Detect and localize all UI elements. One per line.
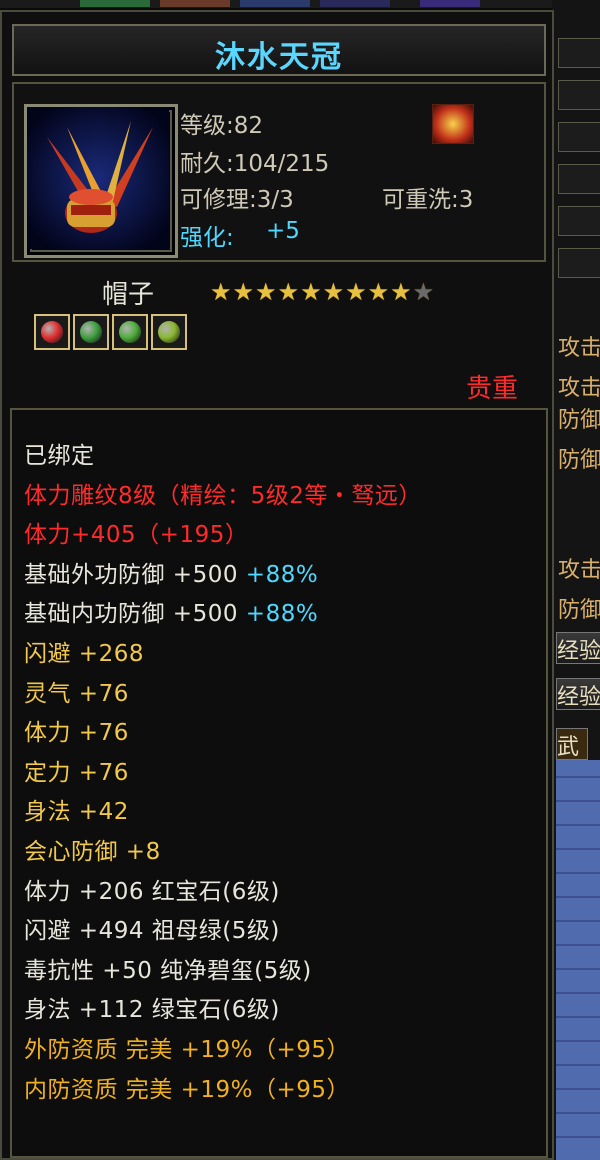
- stat-line: 定力 +76: [24, 753, 129, 787]
- gem-slots: [34, 314, 190, 354]
- stat-bonus: +88%: [245, 561, 319, 588]
- stat-line: 内防资质 完美 +19%（+95）: [24, 1070, 350, 1104]
- star-icon: ★: [367, 278, 391, 306]
- stat-text: 毒抗性 +50 纯净碧玺(5级): [24, 957, 312, 984]
- side-slot: [558, 206, 600, 236]
- side-label: 攻击: [558, 558, 600, 583]
- stat-line: 已绑定: [24, 436, 95, 470]
- stat-bonus: +88%: [245, 601, 319, 628]
- stat-line: 会心防御 +8: [24, 832, 161, 866]
- stat-text: 已绑定: [24, 443, 95, 469]
- stat-line: 灵气 +76: [24, 674, 129, 708]
- side-slot: [558, 248, 600, 278]
- stat-line: 闪避 +268: [24, 634, 144, 668]
- gem-orb: [41, 321, 63, 343]
- side-martial-button[interactable]: 武: [556, 728, 588, 760]
- jade-gem-icon[interactable]: [151, 314, 187, 350]
- stat-line: 外防资质 完美 +19%（+95）: [24, 1030, 350, 1064]
- side-slot: [558, 164, 600, 194]
- scene-background: [556, 760, 600, 1160]
- item-summary: 等级:82 耐久:104/215 可修理:3/3 可重洗:3 强化: +5: [12, 82, 546, 262]
- stat-text: 外防资质 完美 +19%（+95）: [24, 1037, 351, 1063]
- side-slot: [558, 122, 600, 152]
- stat-text: 内防资质 完美 +19%（+95）: [24, 1076, 351, 1103]
- side-slot: [558, 38, 600, 68]
- gem-orb: [119, 321, 141, 343]
- star-icon: ★: [412, 278, 436, 306]
- side-slot: [558, 80, 600, 110]
- stat-line: 体力+405（+195）: [24, 515, 248, 549]
- stat-text: 基础外功防御 +500: [24, 561, 246, 588]
- item-stats: 已绑定体力雕纹8级（精绘：5级2等・驽远） 体力+405（+195） 基础外功防御 …: [10, 408, 548, 1158]
- stat-text: 身法 +112 绿宝石(6级): [24, 997, 280, 1024]
- side-label: 防御: [558, 598, 600, 623]
- star-icon: ★: [277, 278, 301, 306]
- gem-orb: [80, 321, 102, 343]
- item-durability: 耐久:104/215: [180, 151, 330, 177]
- top-strip: [0, 0, 600, 8]
- stat-text: 会心防御 +8: [24, 839, 161, 865]
- stat-text: 基础内功防御 +500: [24, 601, 246, 628]
- side-exp-button[interactable]: 经验: [556, 678, 600, 710]
- stat-line: 体力 +76: [24, 713, 129, 747]
- star-icon: ★: [255, 278, 278, 306]
- red-gem-icon[interactable]: [34, 314, 70, 350]
- enhance-label: 强化:: [180, 225, 234, 251]
- star-icon: ★: [232, 278, 256, 306]
- stat-line: 身法 +112 绿宝石(6级): [24, 990, 280, 1024]
- green-gem-icon[interactable]: [112, 314, 148, 350]
- stat-text: 闪避 +268: [24, 641, 144, 667]
- stat-line: 体力雕纹8级（精绘：5级2等・驽远）: [24, 476, 422, 510]
- winged-helmet-icon: [24, 104, 178, 258]
- enhance-value: +5: [266, 218, 300, 244]
- stat-text: 灵气 +76: [24, 680, 129, 707]
- item-rewash: 可重洗:3: [382, 187, 474, 213]
- stat-line: 毒抗性 +50 纯净碧玺(5级): [24, 951, 312, 985]
- star-icon: ★: [390, 278, 413, 306]
- rarity-label: 贵重: [465, 374, 518, 404]
- flame-crest-icon: [432, 104, 474, 144]
- item-type: 帽子: [102, 280, 155, 310]
- star-rating: ★★★★★★★★★★: [210, 278, 435, 306]
- stat-text: 定力 +76: [24, 759, 129, 786]
- stat-text: 体力+405（+195）: [24, 522, 249, 549]
- stat-text: 体力雕纹8级（精绘：5级2等・驽远）: [24, 482, 422, 509]
- item-type-section: 帽子 ★★★★★★★★★★ 贵重: [12, 268, 546, 404]
- title-bar: 沐水天冠: [12, 24, 546, 76]
- stat-line: 闪避 +494 祖母绿(5级): [24, 911, 280, 945]
- stat-line: 基础内功防御 +500 +88%: [24, 594, 318, 628]
- stat-line: 身法 +42: [24, 792, 129, 826]
- stat-text: 身法 +42: [24, 799, 129, 826]
- side-label: 攻击: [558, 376, 600, 401]
- item-repair: 可修理:3/3: [180, 187, 294, 213]
- stat-text: 闪避 +494 祖母绿(5级): [24, 918, 280, 945]
- item-tooltip: 沐水天冠 等级:82 耐久:104/215 可修理:3/3 可重洗:3 强化: …: [0, 10, 554, 1160]
- star-icon: ★: [345, 278, 368, 306]
- item-level: 等级:82: [180, 113, 264, 139]
- stat-line: 基础外功防御 +500 +88%: [24, 555, 318, 589]
- side-label: 攻击: [558, 336, 600, 361]
- stat-text: 体力 +76: [24, 720, 129, 747]
- green-gem-icon[interactable]: [73, 314, 109, 350]
- stat-line: 体力 +206 红宝石(6级): [24, 872, 280, 906]
- side-label: 防御: [558, 408, 600, 433]
- gem-orb: [158, 321, 180, 343]
- item-title: 沐水天冠: [215, 40, 343, 75]
- side-label: 防御: [558, 448, 600, 473]
- side-exp-button[interactable]: 经验: [556, 632, 600, 664]
- stat-text: 体力 +206 红宝石(6级): [24, 878, 280, 905]
- star-icon: ★: [322, 278, 346, 306]
- star-icon: ★: [300, 278, 323, 306]
- star-icon: ★: [210, 278, 233, 306]
- right-side-panel: 攻击 攻击 防御 防御 攻击 防御 经验 经验 武: [552, 0, 600, 1160]
